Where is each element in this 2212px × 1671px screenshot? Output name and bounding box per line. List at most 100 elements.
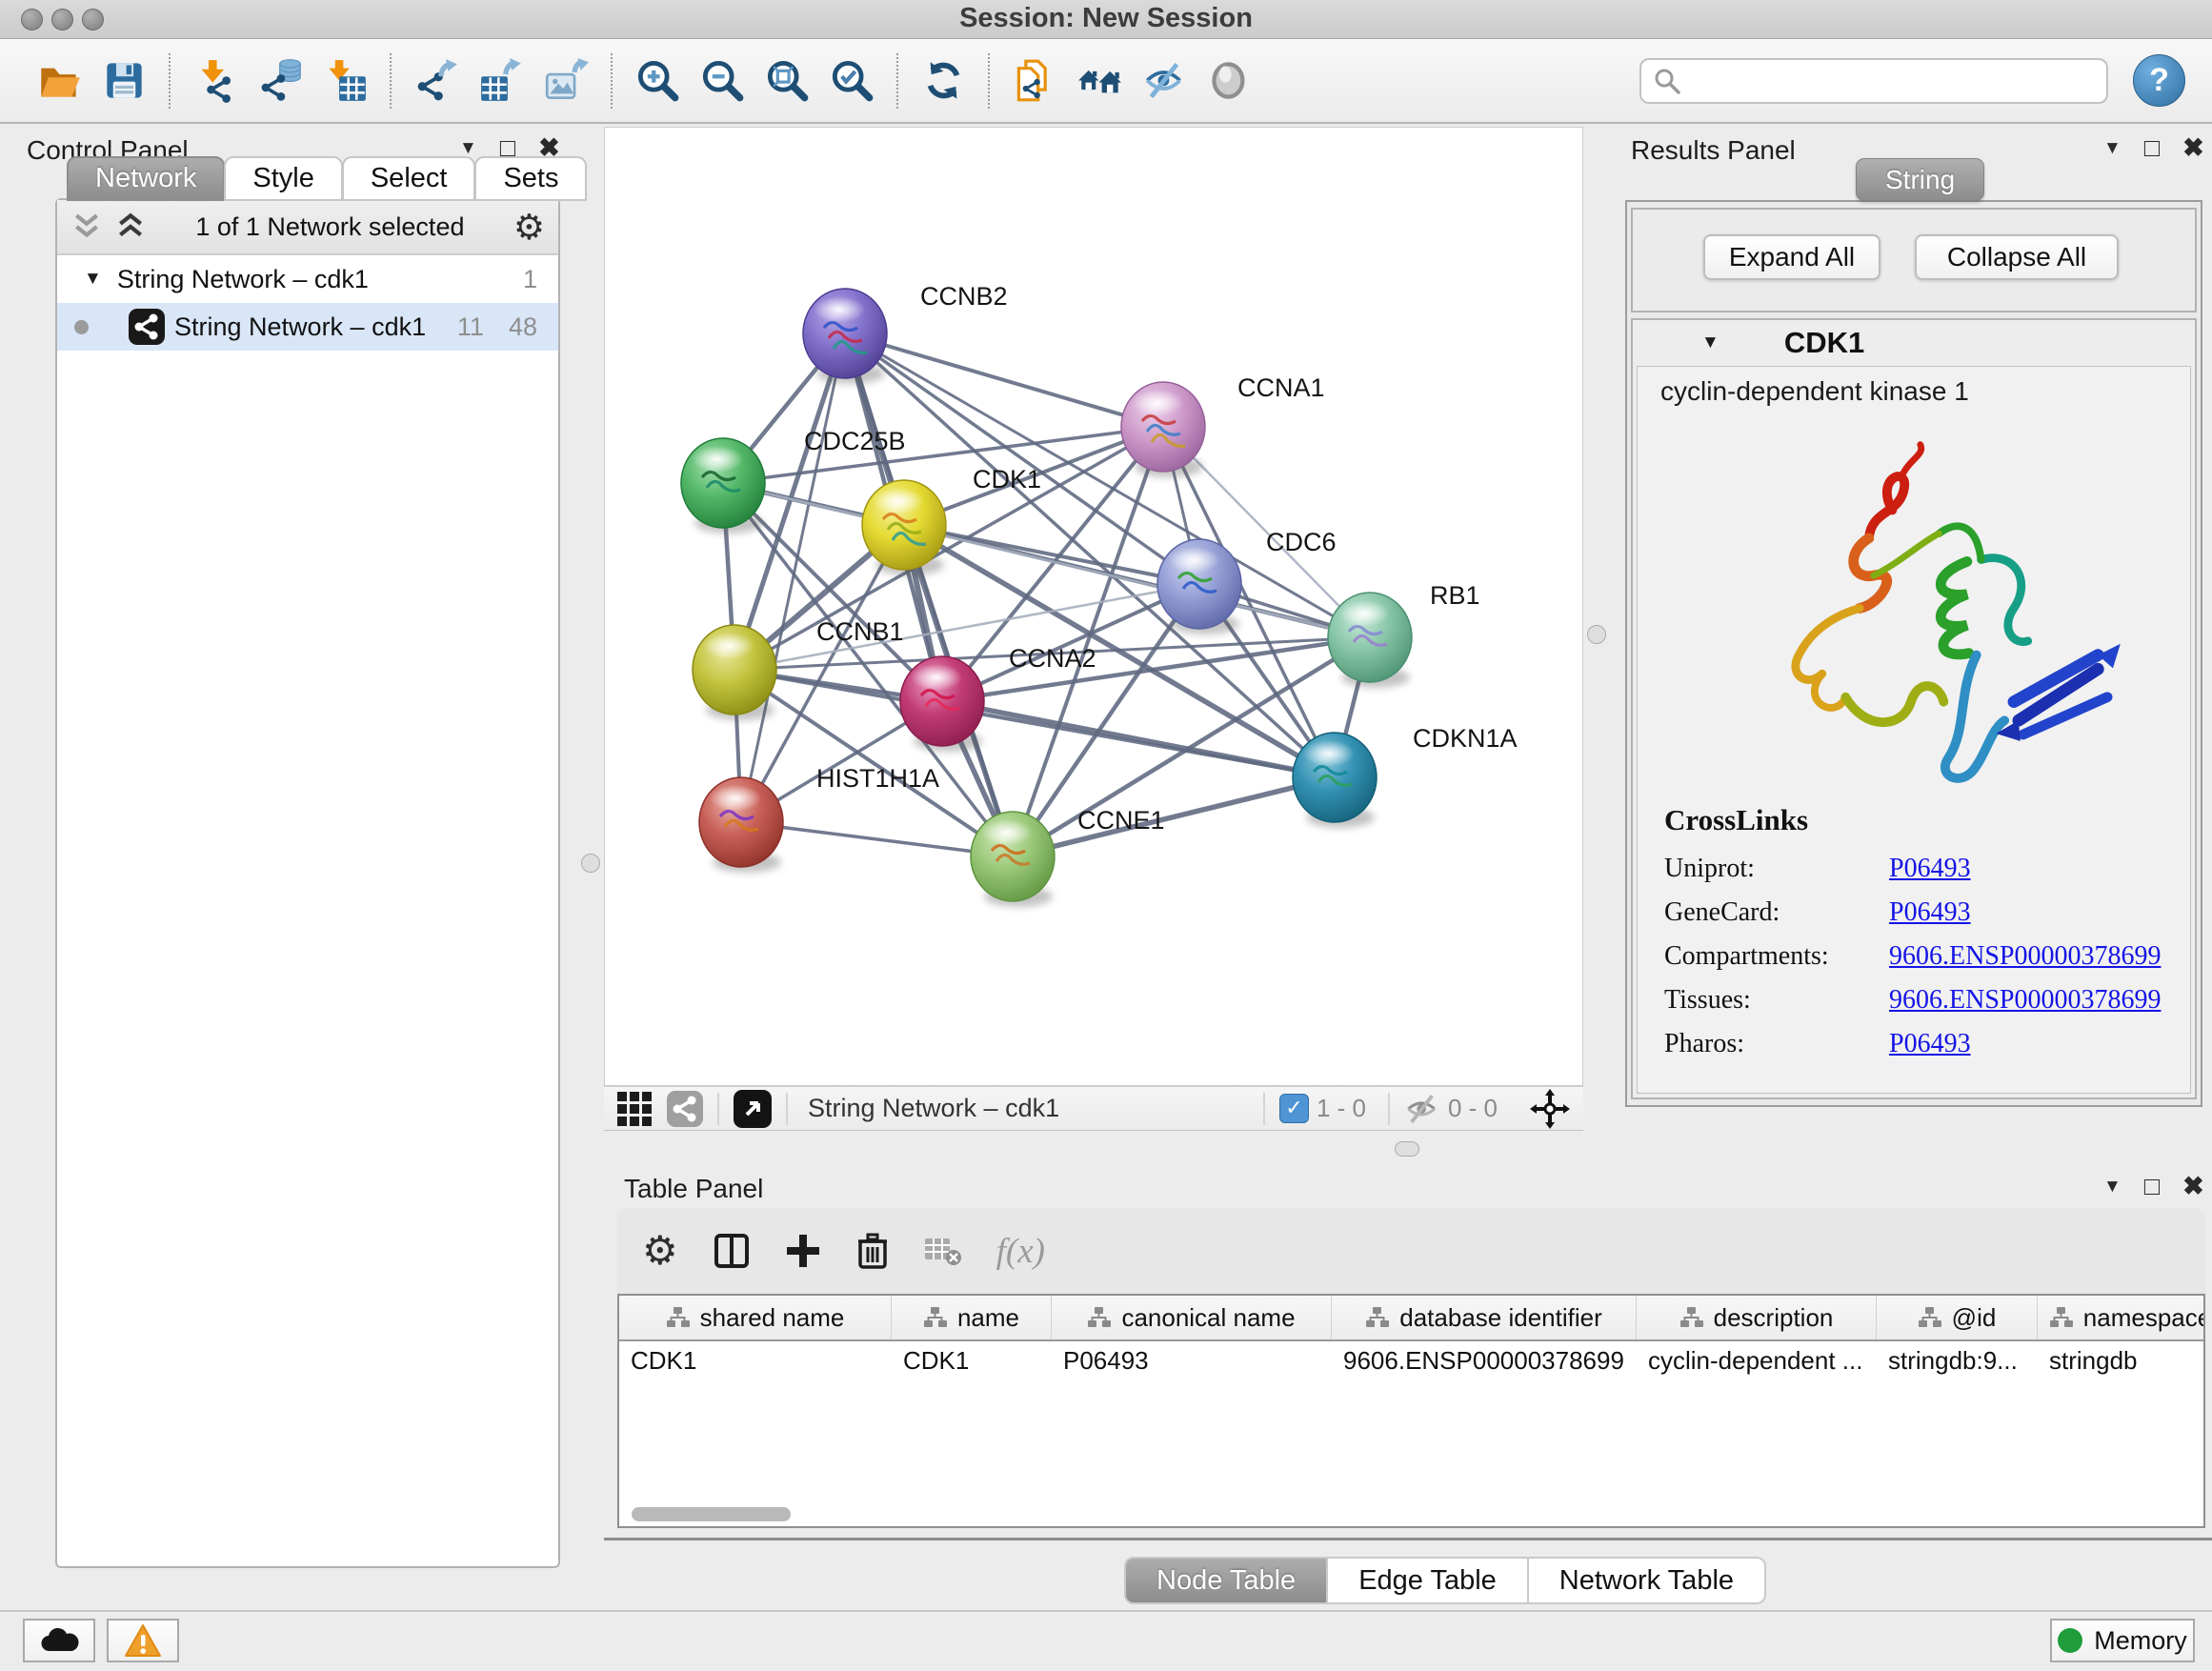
collapse-all-button[interactable]: Collapse All [1915, 234, 2119, 280]
expand-all-button[interactable]: Expand All [1703, 234, 1880, 280]
column-header-name[interactable]: name [892, 1296, 1052, 1339]
show-all-button[interactable] [1203, 55, 1255, 107]
export-network-button[interactable] [411, 55, 462, 107]
table-cell: P06493 [1052, 1341, 1332, 1383]
collapse-all-icon[interactable] [70, 211, 103, 242]
zoom-fit-button[interactable] [761, 55, 813, 107]
expand-all-icon[interactable] [114, 211, 147, 242]
crosslink-row: Uniprot:P06493 [1664, 847, 2161, 891]
crosslink-value[interactable]: P06493 [1889, 1029, 1971, 1059]
svg-text:CCNB2: CCNB2 [920, 282, 1008, 311]
crosslink-value[interactable]: 9606.ENSP00000378699 [1889, 985, 2161, 1016]
tree-expanded-icon[interactable]: ▼ [84, 269, 102, 290]
delete-column-icon[interactable] [855, 1232, 890, 1270]
hide-selected-button[interactable] [1138, 55, 1190, 107]
column-header-namespace[interactable]: namespace [2038, 1296, 2205, 1339]
refresh-icon [921, 58, 966, 103]
import-database-icon [258, 58, 303, 103]
svg-text:CDK1: CDK1 [973, 465, 1041, 493]
panel-float-icon[interactable]: □ [2144, 133, 2160, 163]
import-network-button[interactable] [190, 55, 241, 107]
import-database-button[interactable] [254, 55, 306, 107]
zoom-in-button[interactable] [632, 55, 683, 107]
svg-text:CCNA1: CCNA1 [1237, 373, 1325, 402]
string-import-button[interactable] [1009, 55, 1060, 107]
network-row[interactable]: String Network – cdk1 11 48 [57, 303, 558, 351]
status-bar: Memory [0, 1610, 2212, 1671]
grid-view-icon[interactable] [617, 1092, 652, 1126]
show-columns-icon[interactable] [713, 1232, 751, 1270]
export-image-button[interactable] [540, 55, 592, 107]
home-button[interactable] [1074, 55, 1125, 107]
tab-select[interactable]: Select [342, 156, 476, 201]
column-header-database-identifier[interactable]: database identifier [1332, 1296, 1637, 1339]
open-session-button[interactable] [33, 55, 85, 107]
tab-network-table[interactable]: Network Table [1529, 1557, 1766, 1604]
network-graph[interactable]: CCNB2CCNA1CDC25BCDK1CDC6RB1CCNB1CCNA2CDK… [605, 128, 1582, 1085]
warnings-button[interactable] [107, 1619, 179, 1662]
table-settings-gear-icon[interactable]: ⚙ [642, 1231, 678, 1271]
panel-collapse-icon[interactable]: ▼ [2103, 138, 2122, 159]
help-button[interactable]: ? [2133, 54, 2185, 107]
cloud-icon [38, 1626, 80, 1655]
panel-close-icon[interactable]: ✖ [2182, 133, 2204, 163]
network-list-panel: 1 of 1 Network selected ⚙ ▼ String Netwo… [55, 198, 560, 1568]
birdseye-view-icon[interactable] [734, 1090, 772, 1128]
search-input[interactable] [1681, 65, 2095, 96]
table-row[interactable]: CDK1CDK1P064939606.ENSP00000378699cyclin… [619, 1341, 2203, 1383]
svg-text:HIST1H1A: HIST1H1A [816, 764, 939, 793]
column-header-description[interactable]: description [1637, 1296, 1877, 1339]
zoom-in-icon [635, 58, 680, 103]
memory-label: Memory [2094, 1626, 2187, 1656]
right-splitter-handle[interactable] [1587, 625, 1606, 644]
refresh-button[interactable] [917, 55, 969, 107]
crosslink-value[interactable]: 9606.ENSP00000378699 [1889, 941, 2161, 972]
warning-icon [124, 1623, 162, 1658]
column-header-canonical-name[interactable]: canonical name [1052, 1296, 1332, 1339]
tab-edge-table[interactable]: Edge Table [1328, 1557, 1529, 1604]
gear-icon[interactable]: ⚙ [513, 210, 545, 245]
column-header--id[interactable]: @id [1877, 1296, 2038, 1339]
crosslink-label: Pharos: [1664, 1029, 1889, 1059]
memory-button[interactable]: Memory [2050, 1619, 2195, 1662]
tab-string[interactable]: String [1856, 158, 1984, 201]
table-cell: CDK1 [619, 1341, 892, 1383]
cloud-button[interactable] [23, 1619, 95, 1662]
left-splitter-handle[interactable] [581, 854, 600, 873]
crosslink-label: GeneCard: [1664, 897, 1889, 928]
crosslink-value[interactable]: P06493 [1889, 897, 1971, 928]
network-share-icon[interactable] [667, 1091, 703, 1127]
bottom-splitter-handle[interactable] [1395, 1141, 1419, 1157]
horizontal-scrollbar[interactable] [632, 1507, 791, 1521]
export-table-button[interactable] [475, 55, 527, 107]
search-box[interactable] [1639, 58, 2108, 104]
tab-style[interactable]: Style [224, 156, 342, 201]
panel-close-icon[interactable]: ✖ [2182, 1172, 2204, 1201]
zoom-out-button[interactable] [696, 55, 748, 107]
move-crosshair-icon[interactable] [1530, 1089, 1570, 1129]
import-table-button[interactable] [319, 55, 371, 107]
network-collection-row[interactable]: ▼ String Network – cdk1 1 [57, 255, 558, 303]
zoom-selected-button[interactable] [826, 55, 877, 107]
save-session-button[interactable] [98, 55, 150, 107]
column-header-shared-name[interactable]: shared name [619, 1296, 892, 1339]
delete-table-icon [924, 1235, 962, 1267]
crosslink-value[interactable]: P06493 [1889, 854, 1971, 884]
network-view[interactable]: CCNB2CCNA1CDC25BCDK1CDC6RB1CCNB1CCNA2CDK… [604, 127, 1583, 1086]
section-expanded-icon[interactable]: ▼ [1701, 332, 1719, 353]
selected-checkbox-icon[interactable]: ✓ [1279, 1094, 1309, 1123]
add-column-icon[interactable] [785, 1233, 821, 1269]
tab-node-table[interactable]: Node Table [1124, 1557, 1328, 1604]
panel-float-icon[interactable]: □ [2144, 1172, 2160, 1201]
crosslink-row: Tissues:9606.ENSP00000378699 [1664, 978, 2161, 1022]
tab-network[interactable]: Network [67, 156, 225, 201]
save-session-icon [102, 58, 147, 103]
svg-text:RB1: RB1 [1430, 581, 1480, 610]
tab-sets[interactable]: Sets [474, 156, 587, 201]
zoom-fit-icon [765, 58, 810, 103]
selected-count: 1 - 0 [1317, 1094, 1366, 1123]
svg-text:CCNA2: CCNA2 [1009, 644, 1096, 673]
panel-collapse-icon[interactable]: ▼ [2103, 1177, 2122, 1198]
cdk1-section-header[interactable]: ▼ CDK1 [1633, 320, 2195, 366]
table-panel-divider [604, 1538, 2212, 1540]
